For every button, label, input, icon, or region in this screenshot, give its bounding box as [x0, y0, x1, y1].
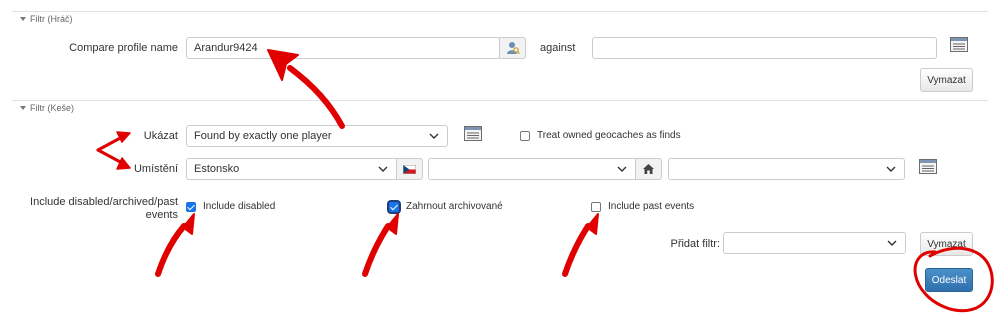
treat-owned-box[interactable]: [520, 130, 530, 141]
location-label: Umístění: [133, 163, 178, 175]
collapse-triangle-icon: [20, 106, 26, 110]
user-search-icon: [506, 42, 520, 55]
czech-flag-icon: [403, 164, 416, 174]
include-archived-checkbox[interactable]: Zahrnout archivované: [389, 201, 503, 212]
home-button[interactable]: [635, 158, 662, 180]
annotation-arrow-past: [562, 223, 591, 277]
chevron-down-icon: [617, 166, 627, 172]
home-icon: [643, 164, 654, 174]
add-filter-select[interactable]: [723, 232, 906, 254]
country-select[interactable]: Estonsko: [186, 158, 397, 180]
compare-profile-input[interactable]: Arandur9424: [186, 37, 500, 59]
treat-owned-label: Treat owned geocaches as finds: [537, 130, 681, 141]
include-label: Include disabled/archived/past events: [30, 196, 178, 221]
add-filter-label: Přidat filtr:: [670, 238, 720, 250]
against-label: against: [540, 42, 576, 54]
show-select[interactable]: Found by exactly one player: [186, 125, 448, 147]
include-disabled-label: Include disabled: [203, 201, 276, 212]
table-list-icon[interactable]: [464, 126, 482, 141]
include-disabled-box[interactable]: [186, 201, 196, 212]
cache-filter-header[interactable]: Filtr (Keše): [20, 103, 74, 113]
chevron-down-icon: [887, 240, 897, 246]
annotation-arrowhead-past: [579, 213, 599, 237]
annotation-arrow-archived: [362, 223, 391, 277]
region-select[interactable]: [428, 158, 636, 180]
show-select-value: Found by exactly one player: [194, 130, 332, 142]
player-filter-divider: [12, 11, 988, 12]
annotation-arrow-location: [96, 148, 126, 166]
table-list-icon[interactable]: [919, 159, 937, 174]
player-filter-header[interactable]: Filtr (Hráč): [20, 14, 73, 24]
cache-clear-button[interactable]: Vymazat: [920, 232, 973, 256]
annotation-arrowhead-disabled: [175, 213, 195, 237]
player-filter-title: Filtr (Hráč): [30, 14, 73, 24]
cache-filter-title: Filtr (Keše): [30, 103, 75, 113]
chevron-down-icon: [886, 166, 896, 172]
submit-button[interactable]: Odeslat: [925, 268, 973, 292]
user-lookup-button[interactable]: [499, 37, 526, 59]
player-clear-button[interactable]: Vymazat: [920, 68, 973, 92]
country-flag-addon: [396, 158, 423, 180]
annotation-arrow-profile: [287, 65, 345, 129]
table-list-icon[interactable]: [950, 37, 968, 52]
include-archived-box[interactable]: [389, 201, 399, 212]
include-past-label: Include past events: [608, 201, 695, 212]
against-input[interactable]: [592, 37, 937, 59]
district-select[interactable]: [668, 158, 905, 180]
include-past-checkbox[interactable]: Include past events: [591, 201, 694, 212]
include-past-box[interactable]: [591, 201, 601, 212]
compare-profile-value: Arandur9424: [194, 42, 258, 54]
treat-owned-checkbox[interactable]: Treat owned geocaches as finds: [520, 130, 681, 141]
collapse-triangle-icon: [20, 17, 26, 21]
include-disabled-checkbox[interactable]: Include disabled: [186, 201, 275, 212]
cache-filter-divider: [12, 100, 988, 101]
chevron-down-icon: [378, 166, 388, 172]
compare-profile-label: Compare profile name: [69, 42, 178, 54]
annotation-arrow-disabled: [155, 223, 187, 277]
include-archived-label: Zahrnout archivované: [406, 201, 503, 212]
country-value: Estonsko: [194, 163, 240, 175]
chevron-down-icon: [429, 133, 439, 139]
annotation-arrowhead-archived: [379, 213, 399, 237]
show-label: Ukázat: [143, 130, 178, 142]
